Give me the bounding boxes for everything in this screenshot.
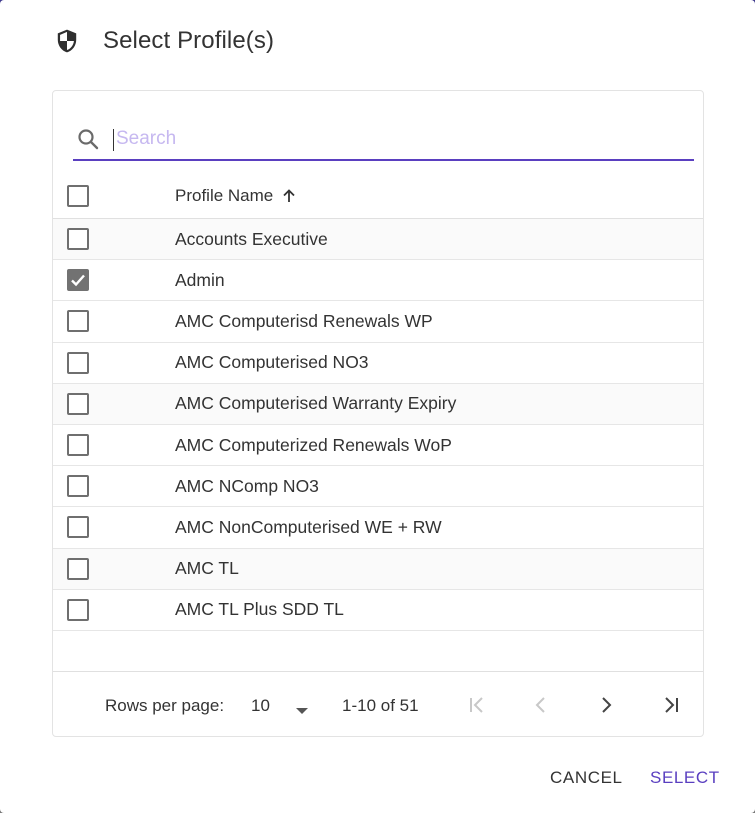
row-checkbox-cell <box>53 310 175 333</box>
dialog-title: Select Profile(s) <box>103 27 275 54</box>
row-checkbox[interactable] <box>67 434 89 457</box>
row-checkbox-cell <box>53 392 175 415</box>
row-checkbox[interactable] <box>67 392 89 415</box>
profile-name-cell: AMC NonComputerised WE + RW <box>175 516 442 537</box>
profile-name-cell: Admin <box>175 269 225 290</box>
profile-name-cell: AMC Computerised Warranty Expiry <box>175 393 457 414</box>
table-header: Profile Name <box>53 173 703 219</box>
first-page-icon[interactable] <box>464 692 490 718</box>
dropdown-arrow-icon[interactable] <box>295 702 309 720</box>
table-pagination: Rows per page: 10 1-10 of 51 <box>53 671 703 737</box>
search-box <box>73 119 694 161</box>
table-row[interactable]: AMC NonComputerised WE + RW <box>53 507 703 549</box>
row-checkbox[interactable] <box>67 269 89 292</box>
profile-name-cell: AMC Computerised NO3 <box>175 352 369 373</box>
text-caret <box>113 129 114 151</box>
row-checkbox[interactable] <box>67 310 89 333</box>
table-row[interactable]: AMC Computerised NO3 <box>53 343 703 384</box>
row-checkbox-cell <box>53 598 175 621</box>
profile-name-cell: AMC Computerized Renewals WoP <box>175 434 452 455</box>
pagination-range: 1-10 of 51 <box>342 696 419 715</box>
row-checkbox[interactable] <box>67 516 89 539</box>
checkmark-icon <box>71 274 85 287</box>
table-row[interactable]: AMC Computerised Warranty Expiry <box>53 383 703 425</box>
table-row[interactable]: Admin <box>53 260 703 302</box>
select-button[interactable]: SELECT <box>650 768 720 788</box>
prev-page-icon[interactable] <box>528 692 554 718</box>
row-checkbox-cell <box>53 351 175 374</box>
table-row[interactable]: AMC Computerisd Renewals WP <box>53 301 703 343</box>
rows-per-page-label: Rows per page: <box>105 696 225 715</box>
table-row[interactable]: AMC TL Plus SDD TL <box>53 590 703 631</box>
shield-icon <box>53 27 81 55</box>
select-all-cell <box>53 184 175 207</box>
select-profiles-dialog: Select Profile(s) Profile Name <box>0 0 755 813</box>
row-checkbox[interactable] <box>67 475 89 498</box>
table-row[interactable]: AMC NComp NO3 <box>53 466 703 508</box>
profile-name-cell: Accounts Executive <box>175 228 328 249</box>
table-row[interactable]: AMC Computerized Renewals WoP <box>53 425 703 467</box>
profiles-panel: Profile Name Accounts Executive Admin AMC … <box>52 90 704 737</box>
table-body: Accounts Executive Admin AMC Computerisd R… <box>53 219 703 631</box>
dialog-header: Select Profile(s) <box>53 24 274 58</box>
table-row[interactable]: AMC TL <box>53 548 703 590</box>
row-checkbox[interactable] <box>67 598 89 621</box>
profile-name-column-header[interactable]: Profile Name <box>175 186 297 206</box>
row-checkbox-cell <box>53 434 175 457</box>
row-checkbox-cell <box>53 228 175 251</box>
dialog-actions: CANCEL SELECT <box>0 768 755 792</box>
arrow-up-icon <box>281 188 297 204</box>
search-icon <box>76 126 102 152</box>
table-row[interactable]: Accounts Executive <box>53 219 703 261</box>
row-checkbox-cell <box>53 557 175 580</box>
profile-name-cell: AMC Computerisd Renewals WP <box>175 310 433 331</box>
next-page-icon[interactable] <box>593 692 619 718</box>
row-checkbox[interactable] <box>67 228 89 251</box>
cancel-button[interactable]: CANCEL <box>550 768 623 788</box>
profile-name-cell: AMC NComp NO3 <box>175 475 319 496</box>
row-checkbox-cell <box>53 516 175 539</box>
row-checkbox[interactable] <box>67 557 89 580</box>
select-all-checkbox[interactable] <box>67 184 89 207</box>
profile-name-cell: AMC TL Plus SDD TL <box>175 599 344 620</box>
row-checkbox[interactable] <box>67 351 89 374</box>
profile-name-cell: AMC TL <box>175 558 239 579</box>
column-header-label: Profile Name <box>175 185 274 205</box>
row-checkbox-cell <box>53 269 175 292</box>
profiles-table: Profile Name Accounts Executive Admin AMC … <box>53 173 703 631</box>
row-checkbox-cell <box>53 475 175 498</box>
search-input[interactable] <box>114 127 674 151</box>
last-page-icon[interactable] <box>658 692 684 718</box>
rows-per-page-select[interactable]: 10 <box>251 696 270 716</box>
